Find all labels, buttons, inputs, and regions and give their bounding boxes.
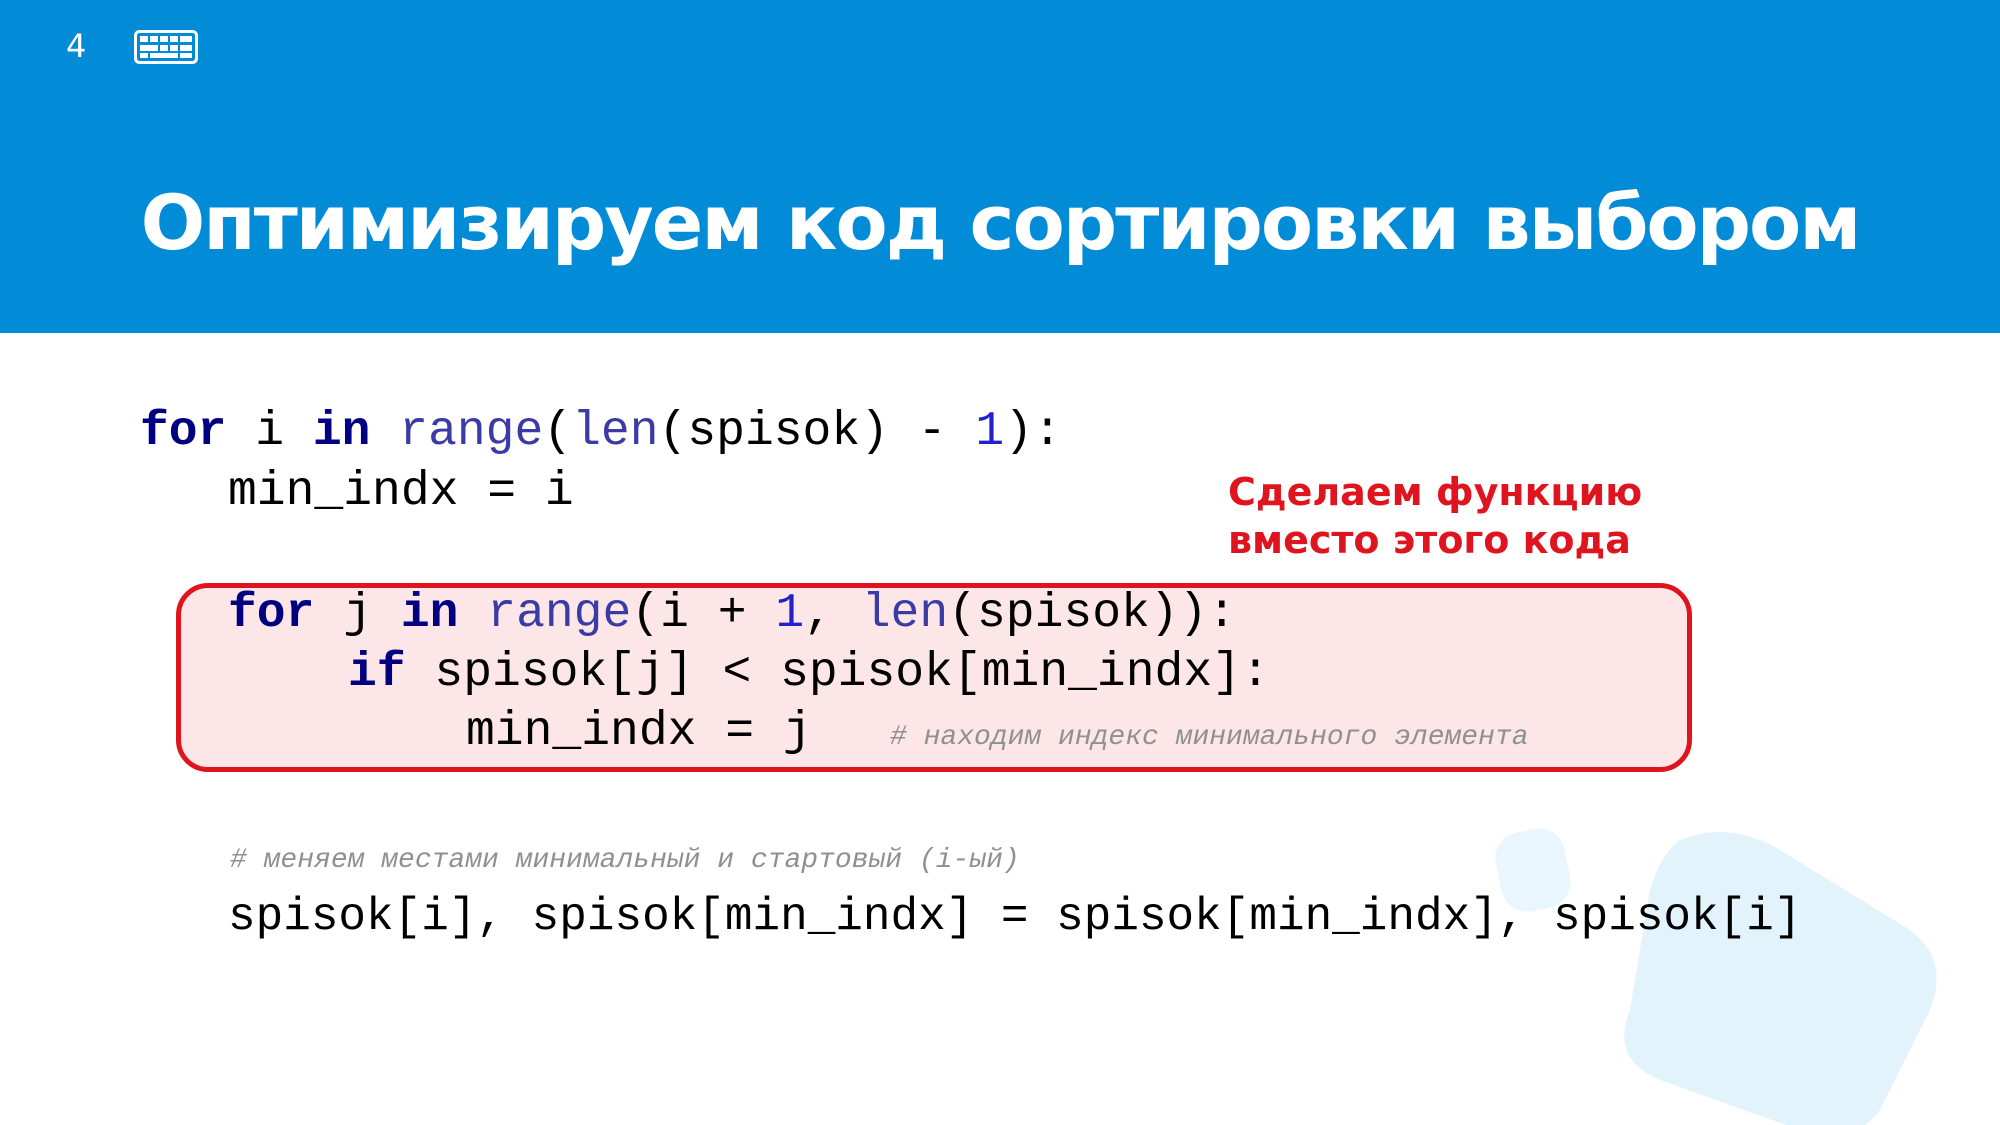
code-keyword: for (228, 587, 315, 641)
code-keyword: for (140, 405, 227, 459)
decorative-shapes (1495, 828, 1937, 1125)
code-line-1: for i in range(len(spisok) - 1): (140, 404, 1062, 460)
code-keyword: if (348, 646, 406, 700)
code-text: (spisok)): (948, 587, 1237, 641)
code-function: range (487, 587, 632, 641)
slide-header: 4 Оптимизируем код сортировки выбором (0, 0, 2000, 333)
code-text: (spisok) - (658, 405, 976, 459)
code-function: len (572, 405, 659, 459)
code-function: len (861, 587, 949, 641)
code-number: 1 (975, 405, 1005, 459)
annotation-line-1: Сделаем функцию (1228, 470, 1643, 514)
code-function: range (399, 405, 544, 459)
code-text: , (804, 587, 862, 641)
code-text: spisok[i], spisok[min_indx] = spisok[min… (228, 891, 1802, 943)
code-line-2: min_indx = i (228, 464, 574, 520)
code-line-6: spisok[i], spisok[min_indx] = spisok[min… (228, 889, 1801, 945)
code-text: min_indx = i (228, 465, 574, 519)
keyboard-logo-icon (134, 30, 198, 64)
code-line-5: min_indx = j (466, 704, 812, 760)
code-text: i (226, 405, 313, 459)
code-comment-swap: # меняем местами минимальный и стартовый… (230, 845, 1020, 876)
code-line-4: if spisok[j] < spisok[min_indx]: (348, 645, 1270, 701)
code-text: j (314, 587, 401, 641)
code-text: min_indx = j (466, 705, 812, 759)
code-line-3: for j in range(i + 1, len(spisok)): (228, 586, 1236, 642)
annotation-note: Сделаем функцию вместо этого кода (1228, 468, 1642, 564)
code-number: 1 (775, 587, 805, 641)
code-text: ( (543, 405, 573, 459)
code-comment: # находим индекс минимального элемента (890, 722, 1529, 753)
slide-number: 4 (66, 27, 87, 65)
annotation-line-2: вместо этого кода (1228, 518, 1631, 562)
code-keyword: in (312, 405, 371, 459)
code-text: (i + (631, 587, 776, 641)
code-text: spisok[j] < spisok[min_indx]: (405, 646, 1270, 700)
code-text: ): (1004, 405, 1062, 459)
slide-title: Оптимизируем код сортировки выбором (140, 178, 1862, 267)
code-keyword: in (400, 587, 459, 641)
